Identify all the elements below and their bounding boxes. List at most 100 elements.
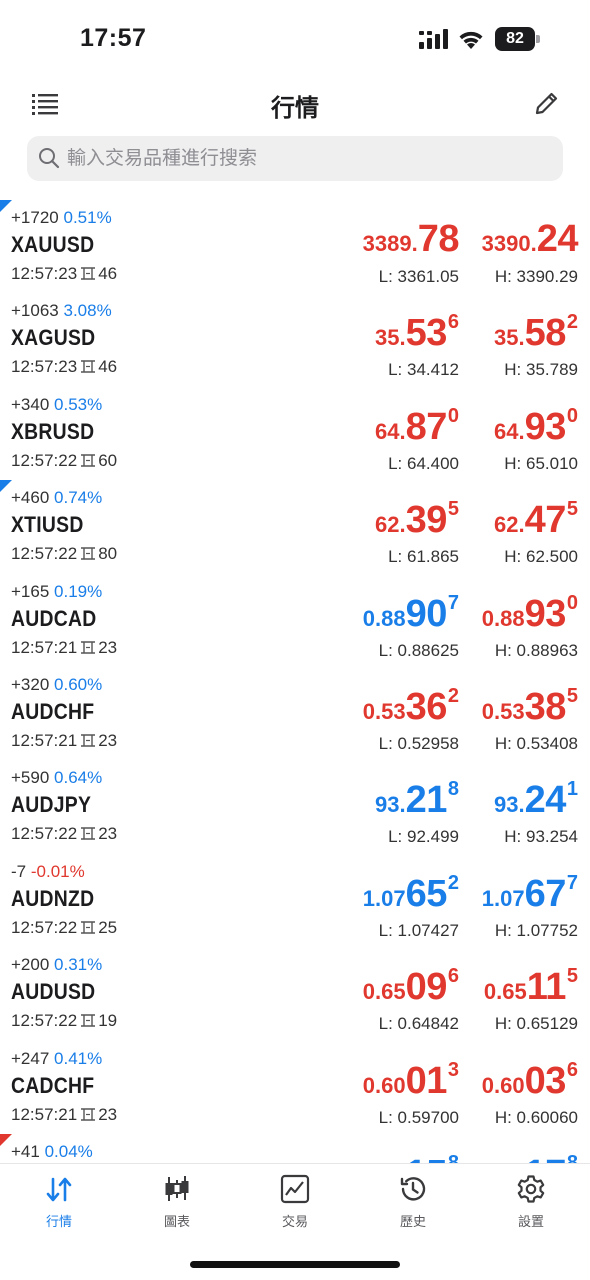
bid-price-pip: 5 — [447, 498, 459, 521]
tab-label: 歷史 — [399, 1214, 426, 1229]
day-high: H: 1.07752 — [494, 920, 578, 940]
bid-price-big: 36 — [405, 685, 448, 728]
bid-price[interactable]: 1.07652 — [363, 872, 459, 918]
quote-row[interactable]: +41 0.04% 158 178 — [0, 1133, 590, 1163]
quote-row[interactable]: +320 0.60% AUDCHF 12:57:21 23 0.53362 0.5… — [0, 667, 590, 760]
quotes-arrows-icon — [46, 1177, 72, 1202]
quote-row[interactable]: +247 0.41% CADCHF 12:57:21 23 0.60013 0.6… — [0, 1041, 590, 1134]
quote-time: 12:57:22 25 — [11, 918, 117, 938]
quote-row[interactable]: +590 0.64% AUDJPY 12:57:22 23 93.218 93.2… — [0, 760, 590, 853]
time-value: 12:57:22 — [11, 544, 78, 564]
change-percent: 0.19% — [54, 581, 103, 601]
daily-change: +200 0.31% — [11, 955, 102, 975]
spread-value: 46 — [98, 357, 118, 377]
quote-row[interactable]: +460 0.74% XTIUSD 12:57:22 80 62.395 62.4… — [0, 480, 590, 573]
ask-price[interactable]: 0.60036 — [482, 1059, 578, 1105]
day-high: H: 35.789 — [504, 360, 578, 380]
quote-row[interactable]: +165 0.19% AUDCAD 12:57:21 23 0.88907 0.8… — [0, 574, 590, 667]
bid-price-big: 09 — [405, 966, 448, 1009]
ask-price-small: 62. — [494, 512, 525, 538]
ask-price-big: 38 — [524, 685, 567, 728]
quote-row[interactable]: -7 -0.01% AUDNZD 12:57:22 25 1.07652 1.07… — [0, 854, 590, 947]
bid-price-small: 64. — [375, 418, 406, 444]
bid-price[interactable]: 3389.78 — [363, 218, 460, 264]
day-low: L: 92.499 — [388, 827, 459, 847]
change-points: +200 — [11, 955, 50, 975]
change-percent: 0.41% — [54, 1048, 103, 1068]
ask-price[interactable]: 0.65115 — [484, 965, 578, 1011]
bid-price[interactable]: 62.395 — [375, 498, 459, 544]
cellular-signal-icon — [419, 29, 448, 49]
ask-price[interactable]: 0.53385 — [482, 685, 578, 731]
ask-price-pip: 6 — [566, 1058, 578, 1081]
ask-price[interactable]: 62.475 — [494, 498, 578, 544]
ask-price[interactable]: 64.930 — [494, 405, 578, 451]
change-percent: -0.01% — [30, 861, 85, 881]
bid-price-small: 0.53 — [362, 698, 406, 724]
tab-label: 圖表 — [163, 1214, 190, 1229]
quote-time: 12:57:21 23 — [11, 731, 117, 751]
change-points: +340 — [11, 394, 50, 414]
bid-price-small: 0.88 — [362, 605, 406, 631]
ask-price-pip: 1 — [566, 778, 578, 801]
quotes-list[interactable]: +1720 0.51% XAUUSD 12:57:23 46 3389.78 33… — [0, 200, 590, 1163]
bid-price-big: 01 — [405, 1059, 448, 1102]
tab-quotes[interactable]: 行情 — [0, 1174, 118, 1234]
spread-value: 23 — [98, 637, 118, 657]
symbol-name: CADCHF — [11, 1072, 95, 1098]
ask-price-pip: 8 — [566, 1151, 578, 1163]
day-high: H: 65.010 — [504, 453, 578, 473]
search-input[interactable] — [67, 136, 547, 181]
time-value: 12:57:21 — [11, 730, 78, 750]
bid-price[interactable]: 158 — [406, 1152, 459, 1163]
bid-price-big: 21 — [405, 779, 448, 822]
symbol-name: XAUUSD — [11, 232, 95, 257]
bid-price-small: 93. — [375, 792, 406, 818]
quote-row[interactable]: +340 0.53% XBRUSD 12:57:22 60 64.870 64.9… — [0, 387, 590, 480]
ask-price[interactable]: 1.07677 — [482, 872, 578, 918]
history-clock-icon — [400, 1177, 426, 1201]
tab-charts[interactable]: 圖表 — [118, 1174, 236, 1234]
bid-price-pip: 6 — [447, 965, 459, 988]
ask-price[interactable]: 93.241 — [494, 778, 578, 824]
quote-row[interactable]: +1720 0.51% XAUUSD 12:57:23 46 3389.78 33… — [0, 200, 590, 293]
ask-price-small: 64. — [494, 418, 525, 444]
bid-price[interactable]: 0.88907 — [363, 592, 459, 638]
quote-time: 12:57:21 23 — [11, 638, 117, 658]
tab-label: 行情 — [45, 1214, 72, 1229]
ask-price-small: 3390. — [481, 231, 537, 256]
search-bar[interactable] — [27, 136, 563, 181]
day-low: L: 34.412 — [388, 360, 459, 380]
ask-price[interactable]: 3390.24 — [481, 218, 579, 264]
ask-price[interactable]: 35.582 — [494, 311, 578, 357]
spread-value: 25 — [98, 917, 118, 937]
quote-time: 12:57:23 46 — [11, 357, 117, 377]
quote-row[interactable]: +200 0.31% AUDUSD 12:57:22 19 0.65096 0.6… — [0, 947, 590, 1040]
bid-price[interactable]: 64.870 — [375, 405, 459, 451]
ask-price-small: 35. — [494, 325, 525, 351]
day-low: L: 61.865 — [388, 547, 459, 567]
ask-price-small: 93. — [494, 792, 525, 818]
bid-price[interactable]: 35.536 — [375, 311, 459, 357]
quote-row[interactable]: +1063 3.08% XAGUSD 12:57:23 46 35.536 35.… — [0, 293, 590, 386]
bid-price[interactable]: 0.60013 — [363, 1059, 459, 1105]
tab-history[interactable]: 歷史 — [354, 1174, 472, 1234]
time-value: 12:57:23 — [11, 357, 78, 377]
symbol-name: XTIUSD — [11, 512, 84, 538]
bid-price[interactable]: 0.65096 — [363, 965, 459, 1011]
change-points: +460 — [11, 488, 50, 508]
day-low: L: 3361.05 — [378, 267, 459, 286]
day-high: H: 0.88963 — [494, 640, 578, 660]
ask-price-big: 24 — [536, 218, 579, 260]
tab-settings[interactable]: 設置 — [472, 1174, 590, 1234]
spread-icon — [81, 1014, 96, 1027]
bid-price[interactable]: 0.53362 — [363, 685, 459, 731]
ask-price[interactable]: 178 — [525, 1152, 578, 1163]
change-percent: 0.64% — [54, 768, 103, 788]
ask-price[interactable]: 0.88930 — [482, 592, 578, 638]
tab-label: 交易 — [281, 1214, 308, 1229]
bid-price[interactable]: 93.218 — [375, 778, 459, 824]
day-high: H: 0.53408 — [494, 733, 578, 753]
edit-pencil-icon[interactable] — [534, 90, 560, 116]
tab-trade[interactable]: 交易 — [236, 1174, 354, 1234]
